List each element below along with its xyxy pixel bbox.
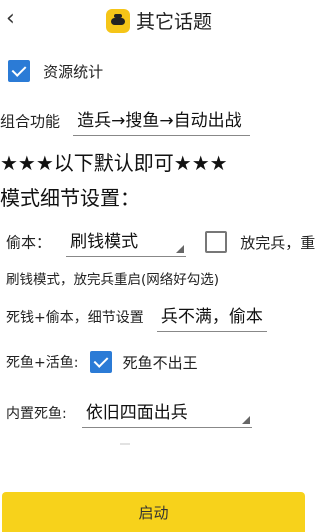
steal-row: 偷本： 刷钱模式 放完兵，重 [6, 227, 315, 257]
resource-stats-label: 资源统计 [43, 62, 104, 81]
dead-money-label: 死钱+偷本，细节设置 [6, 310, 144, 326]
dropdown-arrow-icon [241, 416, 250, 424]
steal-select[interactable]: 刷钱模式 [66, 227, 187, 257]
page-title: 其它话题 [136, 11, 213, 33]
steal-label: 偷本： [6, 233, 52, 252]
dropdown-arrow-icon [176, 245, 185, 253]
back-chevron-icon[interactable]: ‹ [6, 6, 15, 32]
dead-money-value: 兵不满，偷本 [160, 307, 263, 327]
combo-value: 造兵→搜鱼→自动出战 [77, 111, 242, 131]
dead-fish-checkbox-label: 死鱼不出王 [122, 353, 198, 372]
top-bar: ‹ 其它话题 [0, 0, 307, 40]
mode-header: 模式细节设置： [0, 186, 140, 210]
resource-stats-row[interactable]: 资源统计 [8, 60, 103, 82]
builtin-dead-row: 内置死鱼: 依旧四面出兵 [6, 398, 252, 428]
dead-money-row: 死钱+偷本，细节设置 兵不满，偷本 [6, 302, 267, 332]
combo-select[interactable]: 造兵→搜鱼→自动出战 [73, 106, 250, 136]
start-button[interactable]: 启动 [2, 492, 305, 532]
combo-label: 组合功能 [0, 112, 61, 131]
resource-stats-checkbox[interactable] [8, 60, 30, 82]
stars-note: ★★★以下默认即可★★★ [0, 151, 228, 175]
note-line: 刷钱模式，放完兵重启(网络好勾选) [6, 272, 220, 288]
dead-money-field[interactable]: 兵不满，偷本 [156, 302, 267, 332]
steal-value: 刷钱模式 [70, 232, 139, 252]
bee-icon [106, 8, 130, 33]
restart-label: 放完兵，重 [240, 233, 316, 252]
combo-row: 组合功能 造兵→搜鱼→自动出战 [0, 106, 250, 136]
title-group: 其它话题 [106, 7, 212, 34]
dead-fish-row: 死鱼+活鱼: 死鱼不出王 [6, 351, 198, 373]
divider [120, 443, 130, 445]
builtin-dead-select[interactable]: 依旧四面出兵 [81, 398, 252, 428]
builtin-dead-label: 内置死鱼: [6, 406, 67, 422]
dead-fish-checkbox[interactable] [89, 351, 112, 373]
builtin-dead-value: 依旧四面出兵 [85, 403, 188, 423]
restart-checkbox[interactable] [205, 231, 228, 253]
dead-fish-label: 死鱼+活鱼: [6, 355, 79, 371]
